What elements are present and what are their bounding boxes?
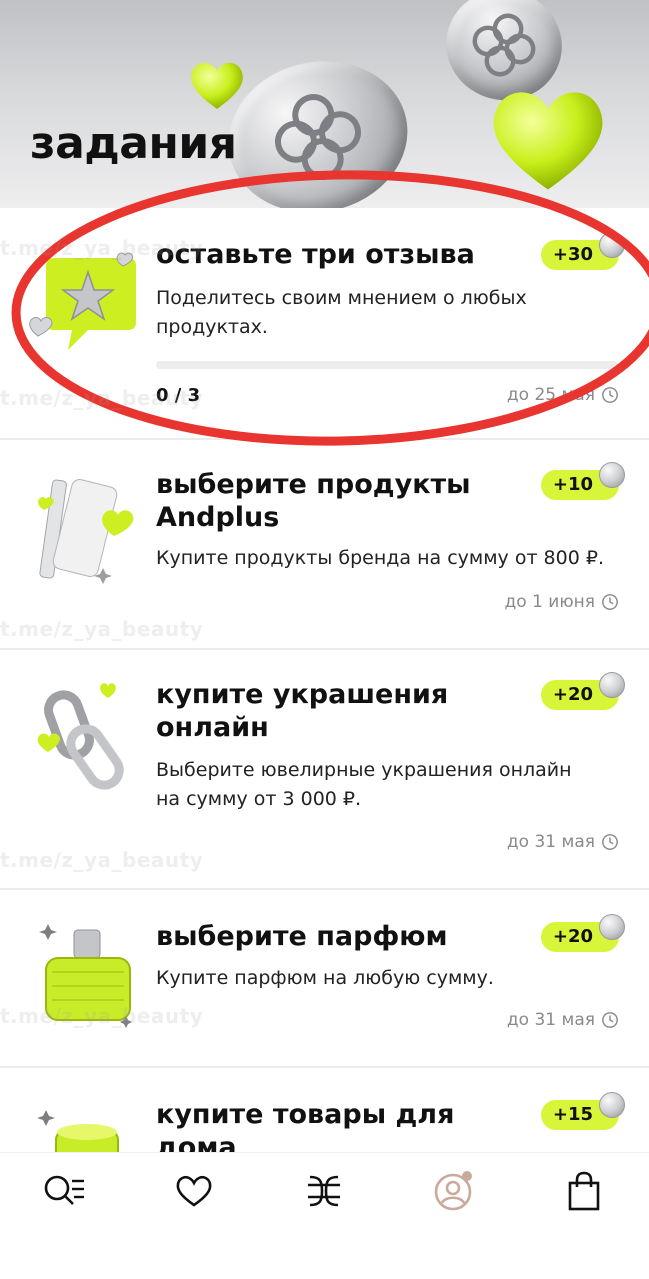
tab-profile[interactable] (432, 1169, 476, 1213)
brand-logo-icon (308, 1175, 340, 1207)
clock-icon (602, 834, 618, 850)
reward-badge: +20 (540, 914, 625, 952)
task-card[interactable]: выберите парфюм +20 Купите парфюм на люб… (0, 890, 649, 1068)
tab-search[interactable] (42, 1169, 86, 1213)
deadline-text: до 25 мая (506, 385, 595, 405)
profile-icon (434, 1171, 472, 1211)
heart-icon (176, 1175, 212, 1207)
task-description: Купите парфюм на любую сумму. (156, 967, 494, 989)
clock-icon (602, 1012, 618, 1028)
task-description: Купите продукты бренда на сумму от 800 ₽… (156, 547, 604, 569)
watermark: t.me/z_ya_beauty (0, 386, 204, 410)
reward-badge: +30 (540, 232, 625, 270)
watermark: t.me/z_ya_beauty (0, 848, 204, 872)
watermark: t.me/z_ya_beauty (0, 236, 204, 260)
heart-decoration (191, 62, 243, 109)
reward-badge: +10 (540, 462, 625, 500)
search-catalog-icon (44, 1175, 84, 1205)
deadline-text: до 31 мая (506, 1010, 595, 1030)
clock-icon (602, 594, 618, 610)
tab-cart[interactable] (562, 1169, 606, 1213)
reward-value: +15 (552, 1104, 593, 1125)
heart-decoration-2 (493, 92, 603, 190)
coin-icon (599, 462, 625, 488)
task-list: оставьте три отзыва +30 Поделитесь своим… (0, 208, 649, 1211)
reward-value: +20 (552, 684, 593, 705)
task-title: выберите парфюм (156, 921, 448, 952)
progress-bar (156, 361, 618, 369)
reward-value: +30 (552, 244, 593, 265)
reward-value: +10 (552, 474, 593, 495)
deadline-text: до 31 мая (506, 832, 595, 852)
task-description: Выберите ювелирные украшения онлайн на с… (156, 759, 572, 810)
chain-links-icon (37, 683, 124, 790)
hero-banner: задания (0, 0, 649, 208)
tab-favorites[interactable] (172, 1169, 216, 1213)
watermark: t.me/z_ya_beauty (0, 1004, 204, 1028)
coin-icon (599, 914, 625, 940)
watermark: t.me/z_ya_beauty (0, 617, 204, 641)
shopping-bag-icon (568, 1171, 600, 1211)
task-deadline: до 31 мая (507, 832, 619, 852)
cosmetics-tube-icon (38, 478, 134, 584)
task-title: выберите продукты Andplus (156, 469, 471, 533)
tab-brands[interactable] (302, 1169, 346, 1213)
task-deadline: до 31 мая (507, 1010, 619, 1030)
task-deadline: до 1 июня (505, 592, 619, 612)
bottom-tab-bar (0, 1152, 649, 1228)
clock-icon (602, 387, 618, 403)
coin-icon (599, 232, 625, 258)
coin-icon (599, 1092, 625, 1118)
task-title: купите украшения онлайн (156, 679, 449, 743)
reward-badge: +20 (540, 672, 625, 710)
coin-icon (599, 672, 625, 698)
reward-value: +20 (552, 926, 593, 947)
task-title: оставьте три отзыва (156, 239, 475, 270)
deadline-text: до 1 июня (504, 592, 595, 612)
task-deadline: до 25 мая (507, 385, 619, 405)
bottom-safe-area (0, 1228, 649, 1279)
task-description: Поделитесь своим мнением о любых продукт… (156, 287, 527, 338)
reward-badge: +15 (540, 1092, 625, 1130)
page-title: задания (30, 118, 237, 169)
